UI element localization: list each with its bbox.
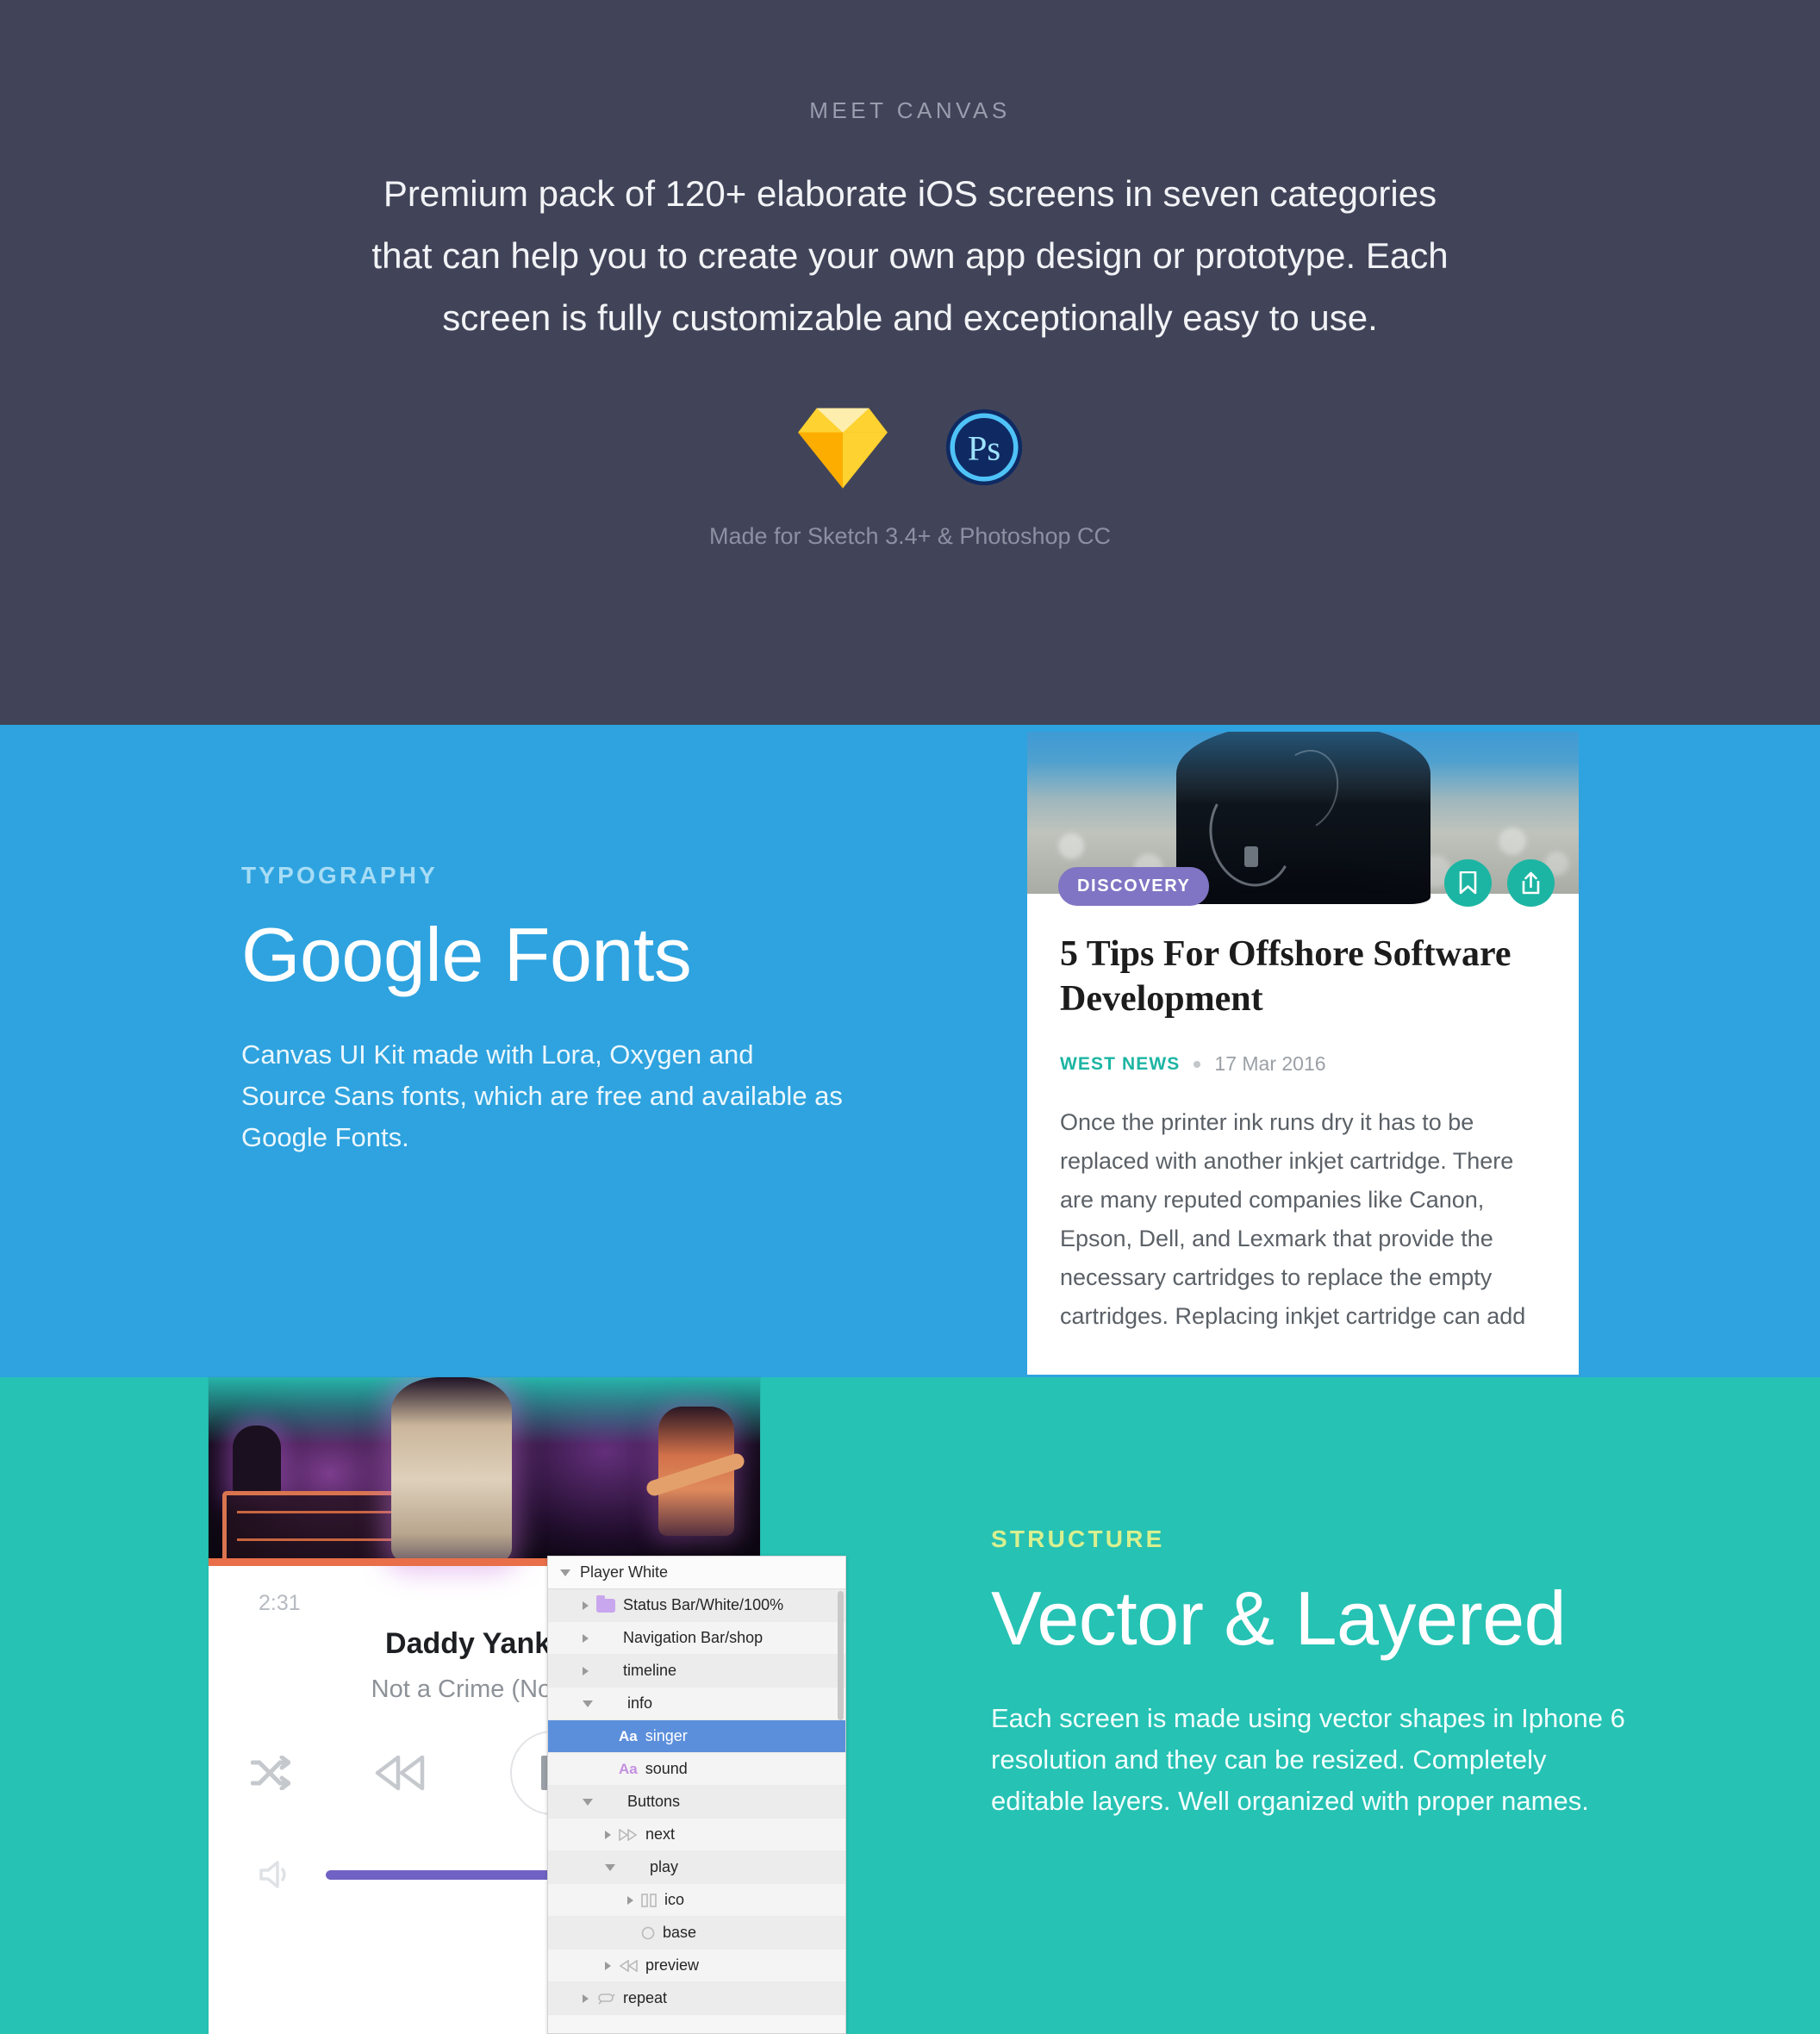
article-date: 17 Mar 2016	[1214, 1052, 1326, 1075]
layers-panel-scrollbar[interactable]	[838, 1591, 844, 1720]
layer-row[interactable]: next	[548, 1819, 845, 1851]
structure-eyebrow: STRUCTURE	[991, 1526, 1165, 1552]
layer-row-label: Navigation Bar/shop	[623, 1629, 764, 1646]
hero-section: MEET CANVAS Premium pack of 120+ elabora…	[0, 0, 1820, 725]
text-layer-icon: Aa	[619, 1727, 638, 1744]
meta-separator-dot	[1194, 1060, 1201, 1068]
layer-row[interactable]: Status Bar/White/100%	[548, 1589, 845, 1622]
layer-row-label: info	[627, 1694, 653, 1712]
layer-row-label: singer	[645, 1727, 688, 1744]
chevron-down-icon[interactable]	[583, 1798, 593, 1806]
chevron-right-icon[interactable]	[605, 1961, 611, 1970]
layer-row[interactable]: timeline	[548, 1655, 845, 1688]
layer-row[interactable]: Navigation Bar/shop	[548, 1622, 845, 1655]
next-shape-icon	[619, 1828, 638, 1841]
share-button[interactable]	[1507, 859, 1555, 907]
chevron-down-icon[interactable]	[560, 1569, 570, 1576]
layer-row[interactable]: Buttons	[548, 1786, 845, 1819]
layer-row-label: next	[645, 1825, 676, 1843]
layer-row-label: Status Bar/White/100%	[623, 1596, 784, 1613]
folder-purple-icon	[596, 1594, 615, 1613]
hero-buckle	[1244, 846, 1258, 867]
layer-row-label: preview	[645, 1956, 700, 1974]
photoshop-icon: Ps	[945, 409, 1023, 486]
landing-page: MEET CANVAS Premium pack of 120+ elabora…	[0, 0, 1820, 2034]
layer-row-label: play	[650, 1858, 679, 1875]
layer-row-label: ico	[664, 1891, 685, 1908]
article-source: WEST NEWS	[1060, 1053, 1181, 1074]
layer-row[interactable]: ico	[548, 1884, 845, 1917]
article-title: 5 Tips For Offshore Software Development	[1060, 934, 1511, 1019]
layer-row[interactable]: play	[548, 1851, 845, 1884]
chevron-right-icon[interactable]	[583, 1600, 589, 1610]
circle-shape-icon	[641, 1926, 655, 1940]
volume-icon[interactable]	[259, 1860, 291, 1889]
svg-text:Ps: Ps	[968, 429, 1000, 468]
layer-row[interactable]: Aa sound	[548, 1753, 845, 1786]
typography-text-block: TYPOGRAPHY Google Fonts Canvas UI Kit ma…	[241, 862, 845, 1158]
article-actions	[1444, 859, 1555, 907]
layer-row-label: sound	[645, 1760, 688, 1777]
layer-row-label: timeline	[623, 1662, 677, 1679]
sketch-diamond-icon	[798, 408, 888, 489]
pause-shape-icon	[641, 1893, 657, 1907]
chevron-down-icon[interactable]	[605, 1863, 615, 1871]
cover-road-case	[222, 1491, 403, 1563]
layer-row[interactable]: info	[548, 1688, 845, 1720]
layers-panel-title: Player White	[580, 1563, 669, 1581]
layer-row[interactable]: preview	[548, 1950, 845, 1982]
structure-title: Vector & Layered	[991, 1575, 1567, 1661]
player-elapsed-time: 2:31	[259, 1591, 301, 1615]
rewind-shape-icon	[619, 1959, 638, 1972]
typography-body: Canvas UI Kit made with Lora, Oxygen and…	[241, 1039, 843, 1153]
layer-row-label: repeat	[623, 1989, 668, 2006]
hero-lead-paragraph: Premium pack of 120+ elaborate iOS scree…	[371, 173, 1449, 338]
article-category-tag[interactable]: DISCOVERY	[1058, 867, 1210, 906]
chevron-right-icon[interactable]	[583, 1633, 589, 1643]
share-icon	[1522, 871, 1540, 895]
article-body: 5 Tips For Offshore Software Development…	[1027, 894, 1579, 1336]
typography-title: Google Fonts	[241, 912, 692, 997]
chevron-right-icon[interactable]	[605, 1830, 611, 1839]
layer-row[interactable]: base	[548, 1917, 845, 1950]
chevron-right-icon[interactable]	[583, 1993, 589, 2003]
layer-row-label: Buttons	[627, 1793, 681, 1810]
typography-eyebrow: TYPOGRAPHY	[241, 862, 439, 889]
hero-eyebrow: MEET CANVAS	[809, 97, 1011, 123]
layer-row[interactable]: Aa singer	[548, 1720, 845, 1753]
layer-row-label: base	[663, 1924, 697, 1941]
layers-panel-header[interactable]: Player White	[548, 1557, 845, 1589]
shuffle-icon[interactable]	[250, 1756, 290, 1790]
cover-center-figure	[391, 1377, 512, 1563]
text-layer-icon: Aa	[619, 1760, 638, 1777]
layers-list: Status Bar/White/100% Navigation Bar/shop…	[548, 1589, 845, 2015]
article-excerpt: Once the printer ink runs dry it has to …	[1060, 1109, 1526, 1329]
structure-body: Each screen is made using vector shapes …	[991, 1703, 1625, 1817]
repeat-shape-icon	[596, 1992, 615, 2006]
chevron-right-icon[interactable]	[583, 1666, 589, 1675]
bookmark-icon	[1459, 871, 1477, 895]
rewind-icon[interactable]	[374, 1754, 426, 1792]
cover-dj-figure	[233, 1426, 281, 1493]
player-cover-photo	[209, 1377, 760, 1566]
tool-icons-row: Ps	[0, 402, 1820, 492]
layers-panel[interactable]: Player White Status Bar/White/100% Naviga…	[547, 1556, 846, 2034]
structure-text-block: STRUCTURE Vector & Layered Each screen i…	[991, 1526, 1646, 1822]
bookmark-button[interactable]	[1444, 859, 1492, 907]
article-card[interactable]: DISCOVERY 5 Tips For Offshore Software D…	[1027, 732, 1579, 1375]
made-for-label: Made for Sketch 3.4+ & Photoshop CC	[708, 523, 1111, 549]
chevron-down-icon[interactable]	[583, 1700, 593, 1707]
chevron-right-icon[interactable]	[627, 1895, 633, 1905]
layer-row[interactable]: repeat	[548, 1982, 845, 2015]
article-meta: WEST NEWS 17 Mar 2016	[1060, 1052, 1546, 1076]
